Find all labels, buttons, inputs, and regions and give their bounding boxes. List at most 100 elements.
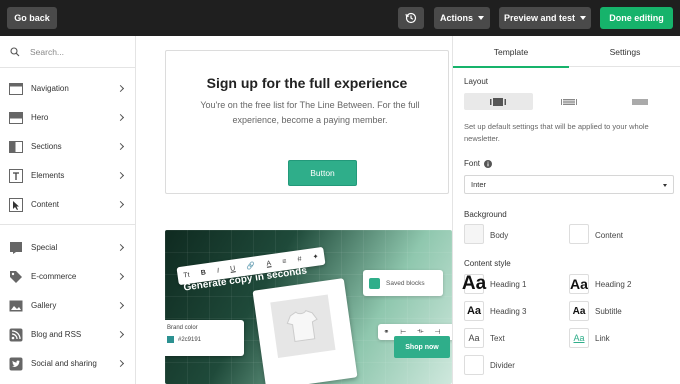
underline-icon: U [229,264,236,273]
text-style[interactable]: Aa [464,328,484,348]
sidebar-item-label: Content [31,200,60,209]
done-editing-button[interactable]: Done editing [600,7,673,29]
sidebar-item-ecommerce[interactable]: E-commerce [0,262,135,291]
chevron-down-icon [478,16,484,20]
product-image [270,294,336,358]
sidebar-item-label: Navigation [31,84,69,93]
actions-button[interactable]: Actions [434,7,490,29]
settings-panel: Template Settings Layout Set up default … [452,36,680,384]
body-label: Body [490,231,509,240]
sections-icon [9,140,23,154]
sidebar-item-label: Elements [31,171,65,180]
sidebar-item-elements[interactable]: Elements [0,161,135,190]
layout-option-wide[interactable] [605,93,674,110]
block-sidebar: Search... Navigation Hero Sections Eleme… [0,36,136,384]
heading-3-style[interactable]: Aa [464,301,484,321]
history-icon [405,12,417,24]
text-color-icon: A [265,259,272,268]
chevron-right-icon [116,113,125,122]
heading-2-label: Heading 2 [595,280,632,289]
search-icon [10,46,20,56]
sidebar-item-label: Special [31,243,58,252]
shop-now-button: Shop now [394,336,450,358]
product-card [252,278,358,384]
link-icon: 🔗 [246,262,256,271]
navigation-icon [9,82,23,96]
signup-body: You're on the free list for The Line Bet… [200,100,420,125]
chevron-right-icon [116,330,125,339]
chevron-right-icon [116,272,125,281]
active-tab-indicator [453,66,569,68]
sidebar-item-label: Gallery [31,301,57,310]
layout-wide-icon [631,98,648,105]
font-label: Font [464,159,481,168]
tag-icon [9,270,23,284]
layout-option-narrow[interactable] [464,93,533,110]
layout-options [464,93,674,110]
history-button[interactable] [398,7,424,29]
tab-settings[interactable]: Settings [569,36,680,67]
sidebar-item-label: Social and sharing [31,359,97,368]
signup-button[interactable]: Button [288,160,357,186]
saved-blocks-chip: Saved blocks [363,270,443,296]
link-style[interactable]: Aa [569,328,589,348]
heading-2-style[interactable]: Aa [569,274,589,294]
actions-label: Actions [439,13,473,23]
saved-blocks-label: Saved blocks [386,279,425,287]
sidebar-item-social[interactable]: Social and sharing [0,349,135,378]
sidebar-item-special[interactable]: Special [0,233,135,262]
signup-block[interactable]: Sign up for the full experience You're o… [165,50,449,194]
panel-tabs: Template Settings [453,36,680,68]
sidebar-item-gallery[interactable]: Gallery [0,291,135,320]
sidebar-item-navigation[interactable]: Navigation [0,74,135,103]
font-label-row: Font [464,159,493,168]
chevron-right-icon [116,171,125,180]
content-style-label: Content style [464,259,511,268]
go-back-button[interactable]: Go back [7,7,57,29]
layout-label: Layout [464,77,489,86]
hash-icon: # [297,255,303,263]
tshirt-icon [286,310,318,343]
subtitle-label: Subtitle [595,307,622,316]
subtitle-style[interactable]: Aa [569,301,589,321]
sidebar-item-content[interactable]: Content [0,190,135,219]
content-color-swatch[interactable] [569,224,589,244]
bold-icon: B [200,268,207,277]
info-icon[interactable] [484,159,493,168]
sidebar-item-hero[interactable]: Hero [0,103,135,132]
align-icon: ≡ [281,257,287,266]
tab-label: Template [493,46,529,57]
sparkle-icon: ✦ [312,253,320,262]
layout-medium-icon [561,98,577,105]
sidebar-item-label: E-commerce [31,272,77,281]
divider-label: Divider [490,361,515,370]
layout-narrow-icon [490,97,507,106]
sidebar-item-sections[interactable]: Sections [0,132,135,161]
chevron-right-icon [116,243,125,252]
font-select[interactable]: Inter [464,175,674,194]
divider-style[interactable] [464,355,484,375]
tab-template[interactable]: Template [453,36,569,68]
chevron-down-icon [580,16,587,20]
search-input[interactable]: Search... [30,47,64,57]
brand-color-card: Brand color #2c9191 [165,320,244,356]
heading-1-style[interactable]: Aa [462,273,486,294]
promo-image: Tt B I U 🔗 A ≡ # ✦ Generate copy in seco… [165,230,452,384]
link-label: Link [595,334,610,343]
preview-button[interactable]: Preview and test [499,7,591,29]
layout-option-medium[interactable] [535,93,604,110]
search-box[interactable]: Search... [0,36,135,68]
sidebar-item-label: Blog and RSS [31,330,82,339]
cursor-icon [9,197,23,212]
chevron-right-icon [116,200,125,209]
editor-canvas: Sign up for the full experience You're o… [136,36,452,384]
image-icon [9,299,23,313]
chevron-right-icon [116,301,125,310]
chevron-down-icon [663,184,667,187]
sidebar-item-label: Hero [31,113,49,122]
sidebar-item-blog[interactable]: Blog and RSS [0,320,135,349]
heading-1-label: Heading 1 [490,280,527,289]
body-color-swatch[interactable] [464,224,484,244]
text-label: Text [490,334,505,343]
align-center-icon: ⟛ [417,328,424,335]
